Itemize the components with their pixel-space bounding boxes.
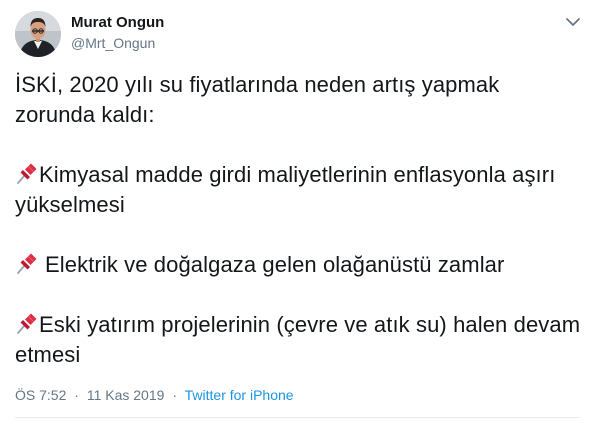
point-text: Kimyasal madde girdi maliyetlerinin enfl… (15, 162, 556, 217)
avatar[interactable] (15, 11, 61, 57)
chevron-down-icon[interactable] (565, 15, 581, 29)
tweet-date[interactable]: 11 Kas 2019 (87, 387, 165, 403)
pushpin-icon (15, 311, 39, 335)
tweet-point: Eski yatırım projelerinin (çevre ve atık… (15, 310, 585, 370)
point-text: Eski yatırım projelerinin (çevre ve atık… (15, 312, 581, 367)
tweet-source-link[interactable]: Twitter for iPhone (185, 387, 294, 403)
author-name[interactable]: Murat Ongun (71, 14, 164, 31)
tweet-point: Kimyasal madde girdi maliyetlerinin enfl… (15, 160, 585, 220)
pushpin-icon (15, 251, 39, 275)
meta-separator: · (172, 387, 177, 403)
tweet-card: Murat Ongun @Mrt_Ongun İSKİ, 2020 yılı s… (0, 0, 590, 426)
tweet-meta: ÖS 7:52 · 11 Kas 2019 · Twitter for iPho… (15, 387, 294, 403)
pushpin-icon (15, 161, 39, 185)
tweet-time[interactable]: ÖS 7:52 (15, 387, 66, 403)
meta-separator: · (74, 387, 79, 403)
tweet-point: Elektrik ve doğalgaza gelen olağanüstü z… (15, 250, 585, 280)
divider (15, 417, 580, 418)
author-handle[interactable]: @Mrt_Ongun (71, 35, 155, 51)
point-text: Elektrik ve doğalgaza gelen olağanüstü z… (45, 252, 505, 277)
tweet-intro: İSKİ, 2020 yılı su fiyatlarında neden ar… (15, 72, 500, 127)
tweet-text: İSKİ, 2020 yılı su fiyatlarında neden ar… (15, 70, 585, 370)
